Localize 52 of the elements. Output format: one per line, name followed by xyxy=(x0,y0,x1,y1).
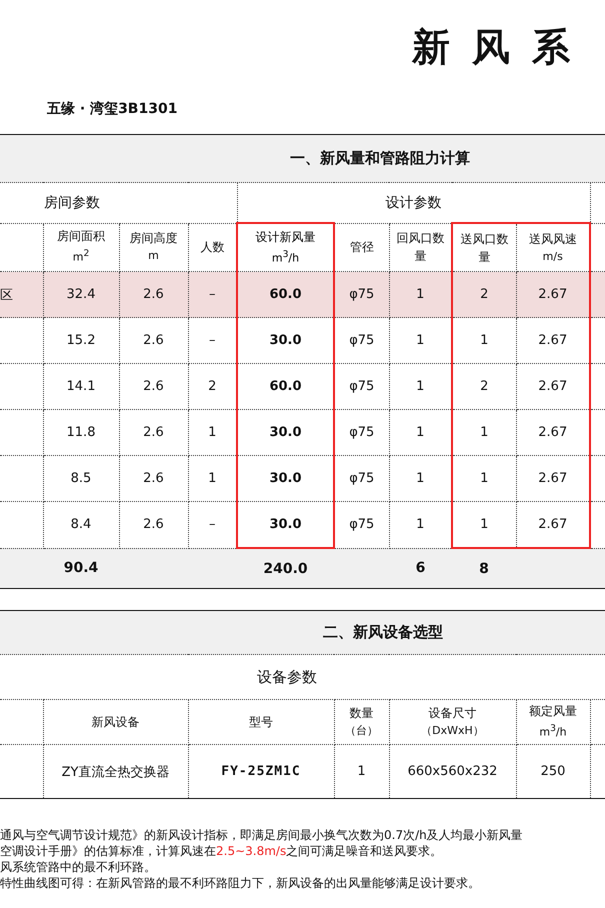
table-cell: φ75 xyxy=(334,364,389,410)
table-cell: 60.0 xyxy=(237,272,334,318)
table-cell: 2.6 xyxy=(119,364,188,410)
total-cell: 6 xyxy=(416,560,426,576)
table-cell: 2.6 xyxy=(119,456,188,502)
total-cell: 90.4 xyxy=(64,560,98,576)
column-header: 数量 （台） xyxy=(334,700,389,744)
section-title: 一、新风量和管路阻力计算 xyxy=(0,134,605,182)
sheet-title: 新风系 xyxy=(410,24,593,70)
project-name: 五缘 · 湾玺3B1301 xyxy=(46,100,178,118)
table-cell: 2 xyxy=(452,272,516,318)
note-text: 特性曲线图可得：在新风管路的最不利环路阻力下，新风设备的出风量能够满足设计要求。 xyxy=(0,875,481,891)
table-cell: – xyxy=(188,272,237,318)
table-cell: 8.5 xyxy=(43,456,119,502)
group-header: 房间参数 xyxy=(0,182,237,223)
table-cell: 30.0 xyxy=(237,456,334,502)
table-cell: 30.0 xyxy=(237,410,334,456)
table-cell: 15.2 xyxy=(43,318,119,364)
table-cell: 1 xyxy=(389,272,452,318)
total-cell: 240.0 xyxy=(263,560,308,576)
table-cell: 2.6 xyxy=(119,272,188,318)
table-cell: 2.6 xyxy=(119,410,188,456)
note-text: 通风与空气调节设计规范》的新风设计指标，即满足房间最小换气次数为0.7次/h及人均最小新风量 xyxy=(0,827,524,843)
table-cell: 区 xyxy=(0,288,13,302)
column-header: 型号 xyxy=(188,700,334,744)
note-text: 空调设计手册》的估算标准，计算风速在2.5~3.8m/s之间可满足噪音和送风要求。 xyxy=(0,843,444,859)
table-cell: φ75 xyxy=(334,410,389,456)
column-header: 额定风量 m$^{3}$/h xyxy=(516,700,590,744)
section-title: 二、新风设备选型 xyxy=(0,610,605,654)
table-cell: 1 xyxy=(452,318,516,364)
table-cell: 2.67 xyxy=(516,272,590,318)
column-header: 新风设备 xyxy=(43,700,188,744)
table-cell: 2 xyxy=(452,364,516,410)
note-text: 风系统管路中的最不利环路。 xyxy=(0,859,157,875)
group-header: 设备参数 xyxy=(256,668,317,686)
table-cell: φ75 xyxy=(334,318,389,364)
table-cell: 1 xyxy=(452,410,516,456)
table-cell: φ75 xyxy=(334,272,389,318)
table-cell: 2.67 xyxy=(516,364,590,410)
table-cell: φ75 xyxy=(334,456,389,502)
table-cell: 2.6 xyxy=(119,318,188,364)
table-cell: 11.8 xyxy=(43,410,119,456)
column-header: 设备尺寸 （DxWxH） xyxy=(389,700,516,744)
table-cell: 1 xyxy=(452,456,516,502)
table-cell: 30.0 xyxy=(237,318,334,364)
total-cell: 8 xyxy=(479,560,489,576)
table-cell: 2.67 xyxy=(516,410,590,456)
table-cell: 60.0 xyxy=(237,364,334,410)
table-cell: 2.67 xyxy=(516,318,590,364)
table-cell: 32.4 xyxy=(43,272,119,318)
table-cell: 2.67 xyxy=(516,456,590,502)
table-cell: 14.1 xyxy=(43,364,119,410)
